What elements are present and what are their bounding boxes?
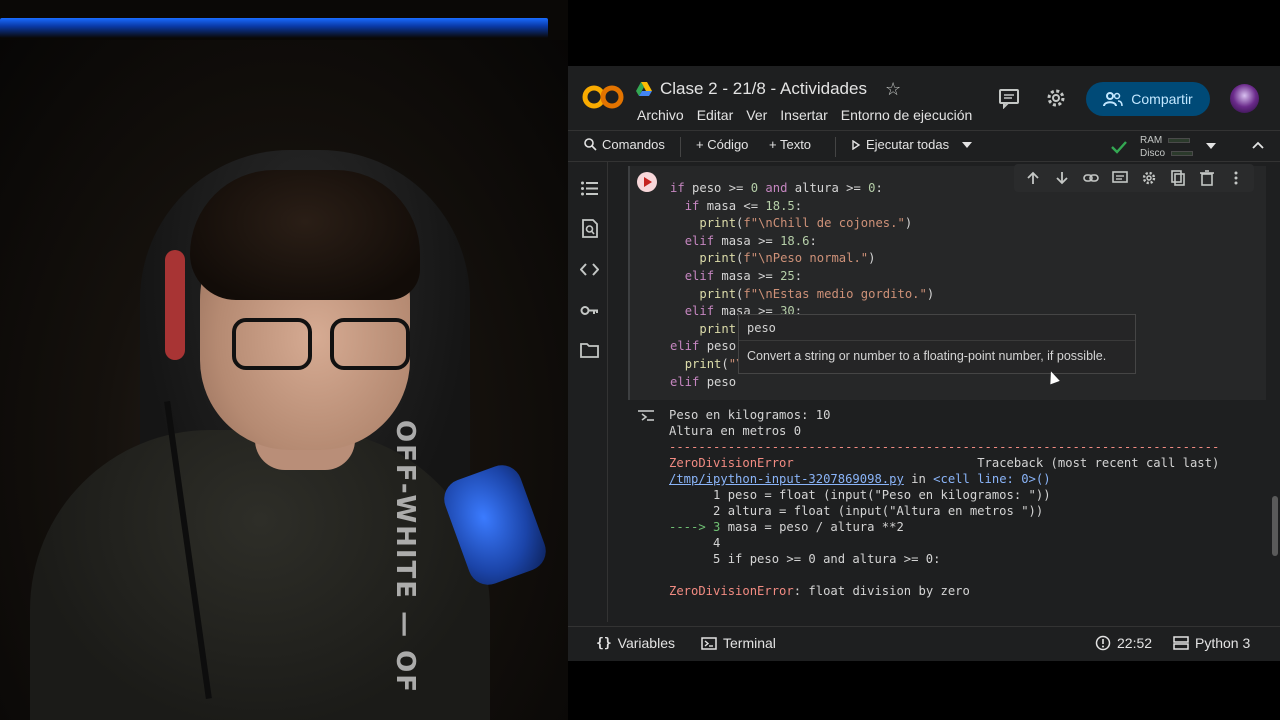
glasses-right-lens bbox=[330, 318, 410, 370]
play-icon bbox=[852, 139, 861, 150]
code-snippets-icon[interactable] bbox=[580, 260, 599, 279]
trash-icon[interactable] bbox=[1199, 170, 1215, 186]
tooltip-signature: peso bbox=[747, 321, 776, 335]
info-alert-icon bbox=[1095, 635, 1111, 651]
mirror-cell-icon[interactable] bbox=[1170, 170, 1186, 186]
more-vert-icon[interactable] bbox=[1228, 170, 1244, 186]
code-line: if masa <= 18.5: bbox=[684, 198, 803, 213]
final-error-row: ZeroDivisionError: float division by zer… bbox=[669, 584, 970, 598]
traceback-file-row: /tmp/ipython-input-3207869098.py in <cel… bbox=[669, 472, 1051, 486]
terminal-icon bbox=[701, 636, 717, 650]
traceback-line: 2 altura = float (input("Altura en metro… bbox=[669, 504, 1044, 518]
arrow-down-icon[interactable] bbox=[1054, 170, 1070, 186]
person-body bbox=[30, 430, 490, 720]
chair-accent bbox=[165, 250, 185, 360]
star-icon[interactable]: ☆ bbox=[885, 80, 901, 98]
runtime-indicator[interactable]: Python 3 bbox=[1173, 635, 1250, 651]
link-icon[interactable] bbox=[1082, 170, 1099, 186]
traceback-line: 4 bbox=[669, 536, 721, 550]
run-cell-button[interactable] bbox=[637, 172, 657, 192]
cell-output: Peso en kilogramos: 10 Altura en metros 0… bbox=[669, 407, 1219, 599]
variables-button[interactable]: {} Variables bbox=[596, 635, 675, 651]
table-of-contents-icon[interactable] bbox=[580, 179, 599, 198]
person-hair bbox=[190, 170, 420, 300]
traceback-line: 1 peso = float (input("Peso en kilogramo… bbox=[669, 488, 1051, 502]
drive-icon bbox=[636, 82, 652, 96]
commands-button[interactable]: Comandos bbox=[584, 137, 665, 152]
execution-time[interactable]: 22:52 bbox=[1095, 635, 1152, 651]
colab-window: Clase 2 - 21/8 - Actividades ☆ Archivo E… bbox=[568, 66, 1280, 661]
code-line: elif masa >= 25: bbox=[684, 268, 803, 283]
search-icon bbox=[584, 138, 597, 151]
status-bar: {} Variables Terminal 22:52 Python 3 bbox=[568, 626, 1280, 661]
people-icon bbox=[1103, 92, 1124, 107]
scrollbar[interactable] bbox=[1272, 496, 1278, 556]
traceback-divider: ----------------------------------------… bbox=[669, 440, 1220, 454]
server-icon bbox=[1173, 636, 1189, 650]
resource-monitor[interactable]: RAM Disco bbox=[1140, 134, 1194, 160]
add-text-button[interactable]: + Texto bbox=[769, 137, 811, 152]
title-row: Clase 2 - 21/8 - Actividades ☆ bbox=[636, 79, 901, 99]
menu-insertar[interactable]: Insertar bbox=[780, 107, 827, 123]
toolbar-divider bbox=[835, 137, 836, 157]
ram-bar bbox=[1168, 137, 1191, 143]
arrow-up-icon[interactable] bbox=[1025, 170, 1041, 186]
braces-icon: {} bbox=[596, 635, 612, 651]
glasses-left-lens bbox=[232, 318, 312, 370]
code-line: if peso >= 0 and altura >= 0: bbox=[670, 181, 883, 195]
webcam-feed: OFF-WHITE — OF bbox=[0, 0, 568, 720]
find-replace-icon[interactable] bbox=[580, 219, 599, 238]
led-light-strip bbox=[0, 18, 548, 38]
chevron-down-icon[interactable] bbox=[1206, 143, 1216, 149]
menu-archivo[interactable]: Archivo bbox=[637, 107, 684, 123]
notebook-title[interactable]: Clase 2 - 21/8 - Actividades bbox=[660, 79, 867, 99]
traceback-line-current: ----> 3 masa = peso / altura **2 bbox=[669, 520, 904, 534]
code-line: elif peso bbox=[670, 374, 737, 389]
output-line: Peso en kilogramos: 10 bbox=[669, 408, 831, 422]
code-line: print(f"\nChill de cojones.") bbox=[699, 216, 913, 231]
traceback-file-link[interactable]: /tmp/ipython-input-3207869098.py bbox=[669, 472, 904, 486]
code-line: print(f"\nPeso normal.") bbox=[699, 251, 876, 266]
tooltip-doc: Convert a string or number to a floating… bbox=[747, 349, 1107, 363]
user-avatar[interactable] bbox=[1230, 84, 1259, 113]
traceback-header-row: ZeroDivisionError Traceback (most recent… bbox=[669, 456, 1220, 470]
comment-icon[interactable] bbox=[1111, 170, 1128, 186]
menu-ver[interactable]: Ver bbox=[746, 107, 767, 123]
colab-logo-icon[interactable] bbox=[582, 83, 624, 111]
add-code-button[interactable]: + Código bbox=[696, 137, 748, 152]
menu-entorno[interactable]: Entorno de ejecución bbox=[841, 107, 973, 123]
menu-editar[interactable]: Editar bbox=[697, 107, 734, 123]
run-all-button[interactable]: Ejecutar todas bbox=[851, 137, 973, 152]
code-line: print(f"\nEstas medio gordito.") bbox=[699, 286, 935, 301]
output-line: Altura en metros 0 bbox=[669, 424, 802, 438]
output-actions-icon[interactable] bbox=[637, 408, 655, 424]
settings-gear-icon[interactable] bbox=[1045, 87, 1067, 109]
share-label: Compartir bbox=[1131, 91, 1193, 107]
tooltip-divider bbox=[739, 340, 1135, 341]
folder-icon[interactable] bbox=[580, 341, 599, 360]
header: Clase 2 - 21/8 - Actividades ☆ Archivo E… bbox=[568, 66, 1280, 130]
cell-toolbar bbox=[1014, 164, 1254, 192]
toolbar-divider bbox=[680, 137, 681, 157]
comments-icon[interactable] bbox=[998, 87, 1020, 109]
gear-icon[interactable] bbox=[1141, 170, 1157, 186]
connected-check-icon bbox=[1111, 141, 1127, 154]
autocomplete-tooltip: peso Convert a string or number to a flo… bbox=[738, 314, 1136, 374]
key-secrets-icon[interactable] bbox=[580, 301, 599, 320]
menu-bar: Archivo Editar Ver Insertar Entorno de e… bbox=[637, 107, 972, 123]
disk-bar bbox=[1171, 150, 1194, 156]
toolbar: Comandos + Código + Texto Ejecutar todas… bbox=[568, 130, 1280, 162]
chevron-down-icon[interactable] bbox=[962, 141, 973, 148]
shirt-print: OFF-WHITE — OF bbox=[390, 420, 420, 695]
traceback-line: 5 if peso >= 0 and altura >= 0: bbox=[669, 552, 941, 566]
code-line: elif masa >= 18.6: bbox=[684, 233, 817, 248]
left-sidebar bbox=[568, 162, 608, 622]
terminal-button[interactable]: Terminal bbox=[701, 635, 776, 651]
share-button[interactable]: Compartir bbox=[1086, 82, 1210, 116]
chevron-up-icon[interactable] bbox=[1252, 141, 1264, 149]
